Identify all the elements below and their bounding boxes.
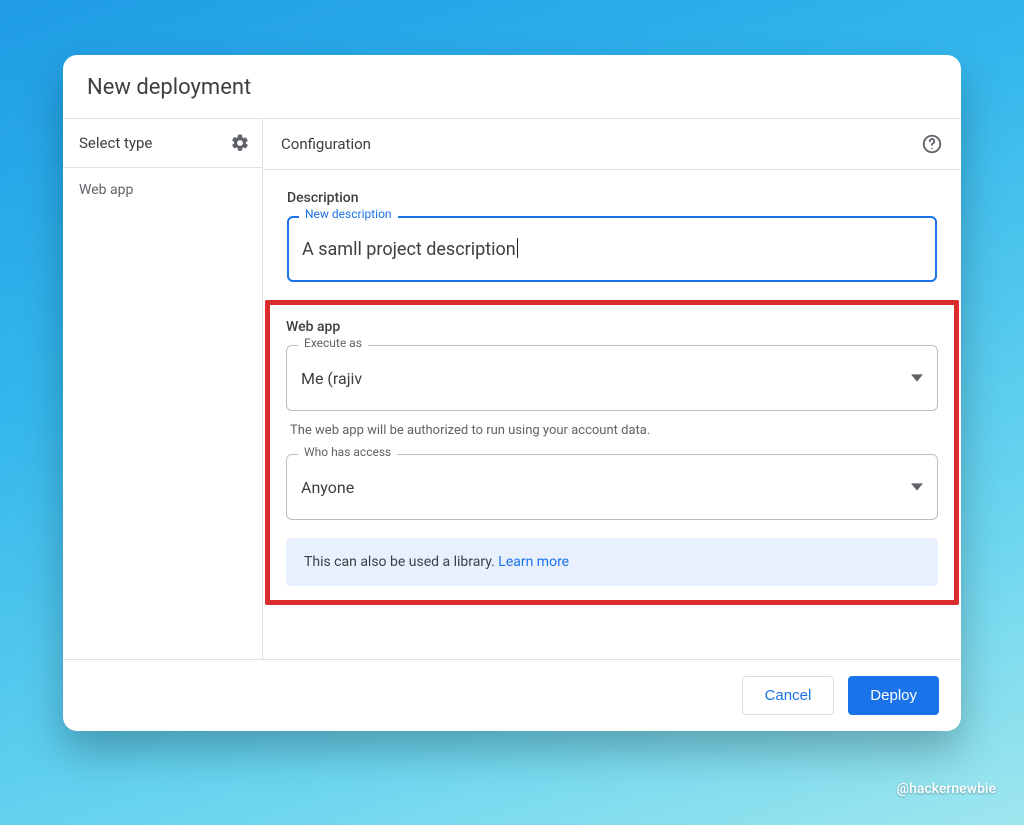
gear-icon[interactable]	[230, 133, 250, 153]
who-has-access-field[interactable]: Who has access Anyone	[286, 454, 938, 520]
sidebar-item-web-app[interactable]: Web app	[63, 168, 262, 212]
sidebar-header-title: Select type	[79, 134, 152, 152]
execute-as-label: Execute as	[298, 336, 368, 350]
description-field-label: New description	[299, 207, 398, 221]
sidebar-item-label: Web app	[79, 182, 133, 198]
watermark: @hackernewbie	[897, 781, 996, 797]
dialog-title: New deployment	[87, 75, 937, 100]
dialog-content: Select type Web app Configuration Descri…	[63, 119, 961, 659]
text-caret	[517, 238, 518, 258]
description-field[interactable]: New description A samll project descript…	[287, 216, 937, 282]
main-header-title: Configuration	[281, 135, 371, 153]
deploy-button[interactable]: Deploy	[848, 676, 939, 715]
chevron-down-icon	[911, 481, 923, 493]
webapp-section-label: Web app	[286, 319, 938, 335]
new-deployment-dialog: New deployment Select type Web app Confi…	[63, 55, 961, 731]
execute-as-helper: The web app will be authorized to run us…	[290, 423, 938, 438]
dialog-footer: Cancel Deploy	[63, 659, 961, 731]
cancel-button[interactable]: Cancel	[742, 676, 835, 715]
execute-as-value: Me (rajiv	[301, 369, 362, 388]
who-has-access-label: Who has access	[298, 445, 397, 459]
main-body: Description New description A samll proj…	[263, 170, 961, 629]
dialog-header: New deployment	[63, 55, 961, 119]
library-info-banner: This can also be used a library. Learn m…	[286, 538, 938, 586]
main-panel: Configuration Description New descriptio…	[263, 119, 961, 659]
main-header: Configuration	[263, 119, 961, 170]
execute-as-field[interactable]: Execute as Me (rajiv	[286, 345, 938, 411]
sidebar: Select type Web app	[63, 119, 263, 659]
description-input[interactable]: A samll project description	[302, 238, 922, 260]
sidebar-header: Select type	[63, 119, 262, 168]
library-info-text: This can also be used a library.	[304, 554, 498, 570]
help-icon[interactable]	[921, 133, 943, 155]
chevron-down-icon	[911, 372, 923, 384]
webapp-highlight-box: Web app Execute as Me (rajiv The web app…	[265, 300, 959, 605]
description-section-label: Description	[287, 190, 937, 206]
learn-more-link[interactable]: Learn more	[498, 554, 569, 570]
who-has-access-value: Anyone	[301, 478, 354, 497]
